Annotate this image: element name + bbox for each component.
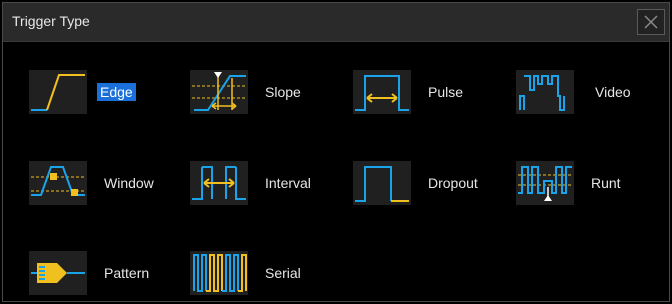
slope-icon (190, 70, 248, 114)
pattern-icon (29, 251, 87, 295)
pulse-icon (353, 70, 411, 114)
title-bar: Trigger Type (3, 3, 669, 42)
trigger-label-edge: Edge (97, 83, 136, 101)
trigger-option-video[interactable]: Video (516, 70, 666, 114)
trigger-label-window: Window (104, 175, 154, 191)
window-icon (29, 161, 87, 205)
trigger-label-pattern: Pattern (104, 265, 150, 281)
trigger-label-dropout: Dropout (428, 175, 478, 191)
trigger-option-edge[interactable]: Edge (29, 70, 179, 114)
trigger-option-pulse[interactable]: Pulse (353, 70, 503, 114)
close-button[interactable] (637, 9, 665, 35)
trigger-label-interval: Interval (265, 175, 311, 191)
runt-icon (516, 161, 574, 205)
trigger-option-interval[interactable]: Interval (190, 161, 340, 205)
trigger-label-slope: Slope (265, 84, 301, 100)
trigger-option-runt[interactable]: Runt (516, 161, 666, 205)
interval-icon (190, 161, 248, 205)
serial-icon (190, 251, 248, 295)
trigger-option-slope[interactable]: Slope (190, 70, 340, 114)
trigger-label-pulse: Pulse (428, 84, 464, 100)
trigger-type-dialog: Trigger Type Edge Slope Pulse Video Wind… (2, 2, 670, 302)
trigger-label-runt: Runt (591, 175, 621, 191)
dialog-title: Trigger Type (12, 13, 90, 29)
trigger-label-serial: Serial (265, 265, 301, 281)
close-icon (644, 15, 658, 29)
trigger-option-window[interactable]: Window (29, 161, 179, 205)
trigger-option-serial[interactable]: Serial (190, 251, 340, 295)
edge-icon (29, 70, 87, 114)
trigger-label-video: Video (595, 84, 631, 100)
trigger-option-dropout[interactable]: Dropout (353, 161, 503, 205)
video-icon (516, 70, 574, 114)
trigger-option-pattern[interactable]: Pattern (29, 251, 179, 295)
dropout-icon (353, 161, 411, 205)
